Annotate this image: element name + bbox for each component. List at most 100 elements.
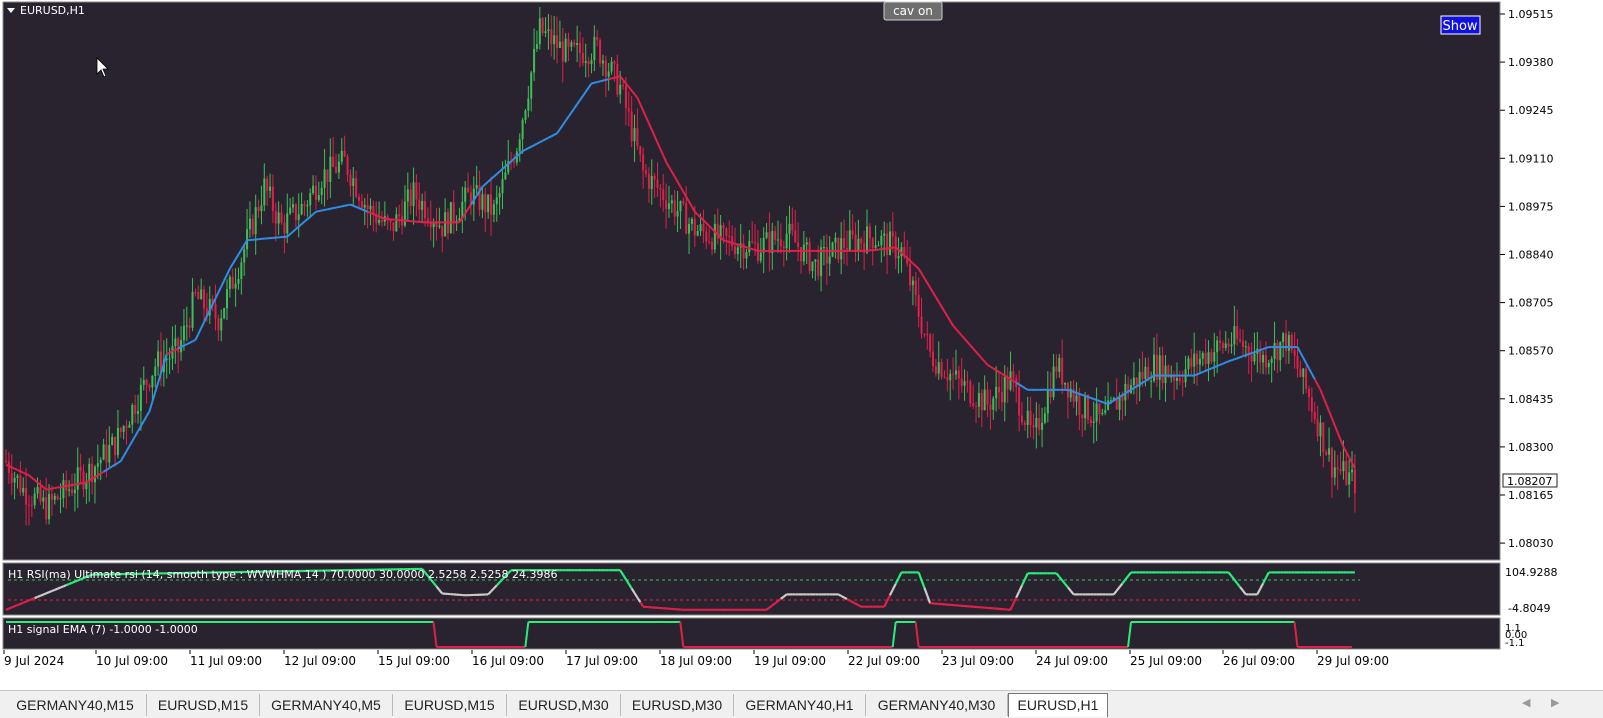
chart-tab[interactable]: GERMANY40,M15 xyxy=(4,694,147,716)
candle-body xyxy=(1026,410,1029,425)
chart-tab[interactable]: EURUSD,H1 xyxy=(1008,693,1108,717)
candle-body xyxy=(1052,366,1055,398)
candle-body xyxy=(358,196,361,201)
ma-segment xyxy=(1208,367,1212,371)
ma-segment xyxy=(341,204,345,208)
candle-body xyxy=(656,179,659,188)
rsi-segment xyxy=(19,601,24,605)
candle-body xyxy=(1086,395,1089,420)
candle-body xyxy=(891,231,894,237)
ma-segment xyxy=(746,246,750,250)
candle-body xyxy=(877,245,880,247)
ma-segment xyxy=(370,211,374,216)
candle-body xyxy=(799,247,802,262)
chart-tab[interactable]: GERMANY40,M5 xyxy=(260,694,393,716)
candle-body xyxy=(154,366,157,376)
candle-body xyxy=(840,238,843,260)
ma-segment xyxy=(77,482,81,485)
candle-body xyxy=(10,473,13,483)
candle-body xyxy=(688,223,691,234)
candle-body xyxy=(785,233,788,249)
candle-body xyxy=(320,187,323,195)
chart-tab[interactable]: EURUSD,M15 xyxy=(147,694,260,716)
candle-body xyxy=(1003,376,1006,403)
candle-body xyxy=(1132,377,1135,386)
candle-body xyxy=(587,61,590,65)
cav-on-button[interactable]: cav on xyxy=(883,1,943,21)
rsi-segment xyxy=(42,592,47,596)
ma-segment xyxy=(48,487,53,491)
show-button[interactable]: Show xyxy=(1440,15,1481,35)
candle-body xyxy=(421,200,424,210)
candle-body xyxy=(56,495,59,500)
candle-body xyxy=(1101,412,1104,415)
rsi-segment xyxy=(34,595,38,600)
candle-body xyxy=(662,189,665,201)
rsi-segment xyxy=(843,596,848,600)
ma-segment xyxy=(1205,368,1209,372)
ma-segment xyxy=(723,239,727,243)
candle-body xyxy=(705,231,708,242)
candle-body xyxy=(490,194,493,215)
candle-body xyxy=(533,48,536,73)
time-axis[interactable]: 9 Jul 2024 10 Jul 09:00 11 Jul 09:00 12 Jul… xyxy=(3,650,1389,668)
candle-body xyxy=(332,156,335,167)
ma-segment xyxy=(22,471,27,475)
candle-body xyxy=(343,150,346,157)
candle-body xyxy=(1038,417,1041,430)
candle-body xyxy=(228,276,231,289)
candle-body xyxy=(475,185,478,189)
candle-body xyxy=(1336,467,1339,470)
rsi-segment xyxy=(57,586,61,590)
current-price-label: 1.08207 xyxy=(1507,475,1553,488)
ma-segment xyxy=(1248,352,1252,356)
candle-body xyxy=(1181,381,1184,383)
ma-segment xyxy=(17,469,21,473)
candle-body xyxy=(751,241,754,243)
rsi-segment xyxy=(60,585,64,589)
candle-body xyxy=(1348,472,1351,485)
ma-segment xyxy=(83,481,87,484)
candle-body xyxy=(484,194,487,213)
candle-body xyxy=(441,225,444,237)
ma-segment xyxy=(1199,371,1204,375)
time-tick-label: 10 Jul 09:00 xyxy=(96,654,168,668)
ma-segment xyxy=(378,215,383,219)
price-chart-svg[interactable]: 1.09515 1.09380 1.09245 1.09110 1.08975 1.088… xyxy=(0,0,1603,690)
main-chart-area[interactable] xyxy=(2,1,1501,561)
ma-segment xyxy=(1222,361,1227,365)
ma-segment xyxy=(743,245,747,249)
rsi-segment xyxy=(8,606,13,610)
candle-body xyxy=(426,218,429,222)
candle-body xyxy=(923,333,926,335)
price-axis[interactable]: 1.09515 1.09380 1.09245 1.09110 1.08975 1.088… xyxy=(1500,8,1554,550)
ma-segment xyxy=(737,243,742,247)
chart-tab[interactable]: EURUSD,M15 xyxy=(393,694,507,716)
candle-body xyxy=(139,384,142,411)
candle-body xyxy=(191,292,194,328)
candle-body xyxy=(297,214,300,220)
candle-body xyxy=(1164,365,1167,384)
candle-body xyxy=(825,247,828,264)
scroll-left-icon[interactable]: ◀ xyxy=(1522,696,1530,709)
candle-body xyxy=(866,226,868,253)
candle-body xyxy=(972,403,975,407)
candle-body xyxy=(650,175,653,190)
candle-body xyxy=(1104,410,1107,413)
ma-segment xyxy=(599,79,604,83)
chart-tab[interactable]: EURUSD,M30 xyxy=(507,694,621,716)
chart-tab[interactable]: EURUSD,M30 xyxy=(621,694,734,716)
candle-body xyxy=(854,234,857,251)
chart-tab[interactable]: GERMANY40,M30 xyxy=(866,694,1008,716)
scroll-right-icon[interactable]: ▶ xyxy=(1551,696,1559,709)
candle-body xyxy=(380,219,383,222)
candle-body xyxy=(851,230,854,235)
candle-body xyxy=(911,280,914,286)
candle-body xyxy=(5,461,7,463)
chart-tab[interactable]: GERMANY40,H1 xyxy=(734,694,866,716)
candle-body xyxy=(886,233,889,256)
candle-body xyxy=(248,218,251,230)
candle-body xyxy=(27,504,30,506)
candle-body xyxy=(564,38,567,62)
candle-body xyxy=(1302,368,1305,377)
